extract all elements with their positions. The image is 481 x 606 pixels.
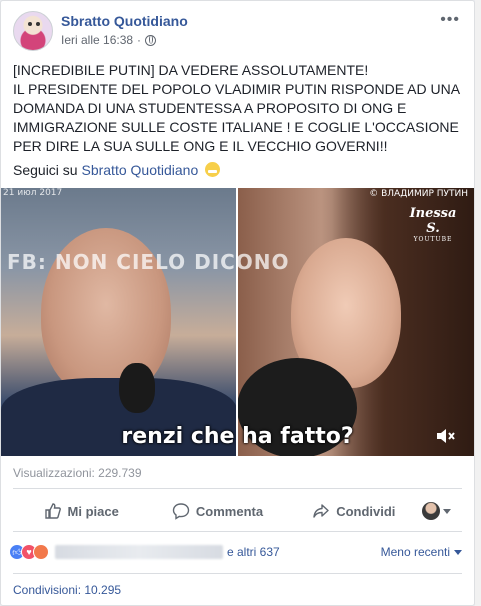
- divider: [13, 531, 462, 532]
- mask-face-emoji-icon: [205, 162, 221, 177]
- logo-line-1: Inessa S.: [409, 206, 457, 236]
- post-body: [INCREDIBILE PUTIN] DA VEDERE ASSOLUTAME…: [13, 62, 460, 154]
- avatar-eye: [36, 22, 40, 26]
- thumbs-up-icon: [44, 503, 61, 519]
- channel-logo: Inessa S. YOUTUBE: [408, 206, 458, 243]
- comment-bubble-icon: [172, 503, 190, 520]
- like-button[interactable]: Mi piace: [13, 502, 149, 520]
- page-name-link[interactable]: Sbratto Quotidiano: [61, 13, 188, 29]
- share-button[interactable]: Condividi: [286, 502, 422, 520]
- user-avatar: [421, 502, 440, 520]
- caret-down-icon: [454, 549, 462, 555]
- page-avatar[interactable]: [13, 11, 53, 51]
- action-bar: Mi piace Commenta Condividi: [13, 497, 462, 525]
- logo-line-2: YOUTUBE: [413, 236, 453, 243]
- video-date-stamp: 21 июл 2017: [3, 188, 63, 198]
- comment-order-label: Meno recenti: [380, 545, 450, 559]
- identity-switcher[interactable]: [421, 502, 462, 520]
- dot-separator: ·: [137, 33, 142, 47]
- video-player[interactable]: 21 июл 2017 © ВЛАДИМИР ПУТИН Inessa S. Y…: [1, 188, 474, 456]
- ellipsis-icon: •••: [440, 11, 460, 28]
- split-divider: [236, 188, 238, 456]
- post-header: Sbratto Quotidiano Ieri alle 16:38 · •••: [13, 11, 462, 53]
- avatar-eye: [28, 22, 32, 26]
- share-arrow-icon: [313, 504, 329, 518]
- post-text: [INCREDIBILE PUTIN] DA VEDERE ASSOLUTAME…: [13, 61, 462, 156]
- reactions-row: 👍︎ ♥ e altri 637 Meno recenti: [9, 542, 462, 562]
- shares-count-link[interactable]: Condivisioni: 10.295: [13, 583, 121, 597]
- caret-down-icon: [442, 508, 451, 514]
- like-label: Mi piace: [67, 503, 119, 519]
- reactors-count-link[interactable]: e altri 637: [227, 545, 280, 559]
- follow-prefix: Seguici su: [13, 162, 78, 178]
- angry-reaction-icon[interactable]: [33, 544, 49, 560]
- video-watermark: FB: NON CIELO DICONO: [7, 250, 290, 274]
- page-scrollbar[interactable]: [475, 0, 481, 606]
- speaker-muted-icon[interactable]: [436, 428, 456, 444]
- share-label: Condividi: [336, 503, 396, 519]
- video-channel-label: © ВЛАДИМИР ПУТИН: [369, 189, 468, 199]
- video-subtitle: renzi che ha fatto?: [121, 424, 354, 449]
- globe-icon[interactable]: [145, 34, 157, 46]
- comment-label: Commenta: [195, 503, 264, 519]
- post-meta: Ieri alle 16:38 ·: [61, 33, 157, 47]
- post-card: Sbratto Quotidiano Ieri alle 16:38 · •••…: [0, 0, 475, 606]
- view-count: Visualizzazioni: 229.739: [13, 466, 142, 480]
- divider: [13, 488, 462, 489]
- follow-page-link[interactable]: Sbratto Quotidiano: [81, 162, 198, 178]
- divider: [13, 573, 462, 574]
- comment-button[interactable]: Commenta: [149, 502, 285, 520]
- follow-line: Seguici su Sbratto Quotidiano: [13, 162, 221, 178]
- blurred-reactor-names: [55, 545, 223, 559]
- more-options-button[interactable]: •••: [440, 11, 460, 29]
- comment-order-dropdown[interactable]: Meno recenti: [381, 545, 462, 559]
- microphone: [119, 363, 155, 413]
- post-timestamp[interactable]: Ieri alle 16:38: [61, 33, 133, 47]
